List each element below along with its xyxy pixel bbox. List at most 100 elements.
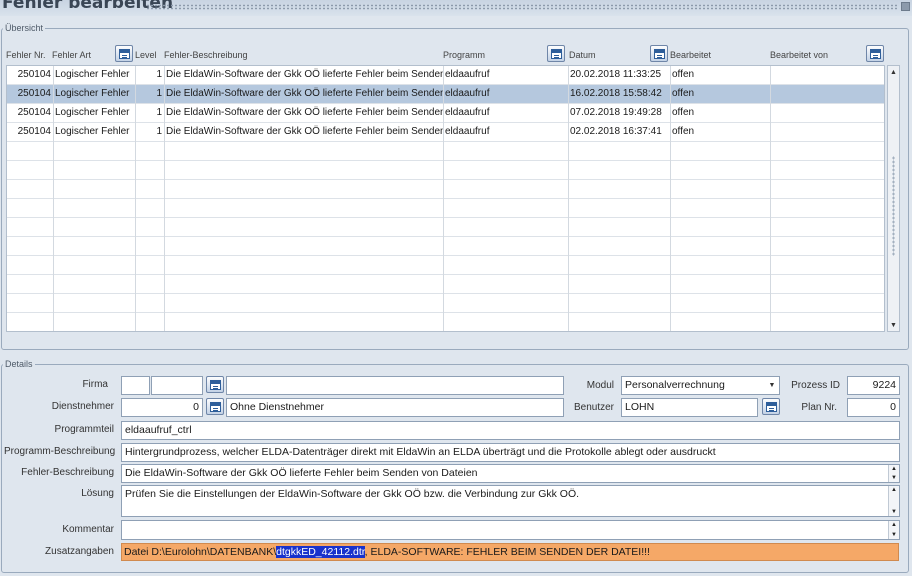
prozess-id-field[interactable]: 9224: [847, 376, 900, 395]
cell-art: Logischer Fehler: [55, 69, 130, 80]
fehler-beschreibung-textarea[interactable]: Die EldaWin-Software der Gkk OÖ lieferte…: [121, 464, 900, 483]
cell-datum: 20.02.2018 11:33:25: [570, 69, 662, 80]
column-divider: [164, 66, 165, 331]
cell-bearbeitet-von: [770, 66, 884, 84]
col-header-programm[interactable]: Programm: [443, 50, 485, 60]
table-row-empty[interactable]: [7, 161, 884, 180]
table-row-empty[interactable]: [7, 294, 884, 313]
scroll-up-icon[interactable]: ▲: [889, 521, 899, 529]
cell-datum: 02.02.2018 16:37:41: [570, 126, 662, 137]
cell-art: Logischer Fehler: [55, 107, 130, 118]
scrollbar-grip[interactable]: [892, 156, 895, 256]
col-header-beschreibung[interactable]: Fehler-Beschreibung: [164, 50, 248, 60]
cell-bearbeitet: offen: [672, 88, 695, 99]
cell-level: 1: [156, 69, 162, 80]
cell-beschreibung: Die EldaWin-Software der Gkk OÖ lieferte…: [166, 69, 443, 80]
table-row[interactable]: 250104 Logischer Fehler 1 Die EldaWin-So…: [7, 104, 884, 123]
cell-nr: 250104: [17, 107, 51, 118]
col-header-fehler-nr[interactable]: Fehler Nr.: [6, 50, 46, 60]
scroll-down-icon[interactable]: ▼: [889, 474, 899, 482]
col-header-level[interactable]: Level: [135, 50, 157, 60]
scroll-up-icon[interactable]: ▲: [889, 486, 899, 494]
table-row-selected[interactable]: 250104 Logischer Fehler 1 Die EldaWin-So…: [7, 85, 884, 104]
col-header-bearbeitet-von[interactable]: Bearbeitet von: [770, 50, 828, 60]
col-filter-button-datum[interactable]: [650, 45, 668, 62]
programmteil-field[interactable]: eldaaufruf_ctrl: [121, 421, 900, 440]
label-loesung: Lösung: [81, 488, 114, 499]
col-header-fehler-art[interactable]: Fehler Art: [52, 50, 91, 60]
zusatz-selected-filename: dtgkkED_42112.dtr: [276, 546, 365, 558]
table-row-empty[interactable]: [7, 218, 884, 237]
col-filter-button-programm[interactable]: [547, 45, 565, 62]
label-kommentar: Kommentar: [62, 524, 114, 535]
loesung-textarea[interactable]: Prüfen Sie die Einstellungen der EldaWin…: [121, 485, 900, 517]
modul-select[interactable]: Personalverrechnung ▼: [621, 376, 780, 395]
fehler-beschreibung-scrollbar[interactable]: ▲ ▼: [888, 465, 899, 482]
scroll-down-icon[interactable]: ▼: [888, 319, 899, 331]
firma-lookup-button[interactable]: [206, 376, 224, 393]
calendar-icon: [118, 48, 130, 59]
zusatz-prefix: Datei D:\Eurolohn\DATENBANK\: [124, 546, 277, 558]
column-divider: [135, 66, 136, 331]
column-divider: [568, 66, 569, 331]
cell-datum: 07.02.2018 19:49:28: [570, 107, 662, 118]
label-modul: Modul: [586, 380, 614, 391]
error-table: 250104 Logischer Fehler 1 Die EldaWin-So…: [6, 65, 885, 332]
programm-beschreibung-field[interactable]: Hintergrundprozess, welcher ELDA-Datentr…: [121, 443, 900, 462]
scroll-up-icon[interactable]: ▲: [888, 66, 899, 78]
label-programmteil: Programmteil: [54, 424, 114, 435]
column-divider: [443, 66, 444, 331]
calendar-icon: [653, 48, 665, 59]
cell-programm: eldaaufruf: [445, 88, 490, 99]
col-filter-button-art[interactable]: [115, 45, 133, 62]
details-legend: Details: [5, 359, 33, 369]
table-row[interactable]: 250104 Logischer Fehler 1 Die EldaWin-So…: [7, 66, 884, 85]
cell-nr: 250104: [17, 126, 51, 137]
window-corner-button[interactable]: [901, 2, 910, 11]
dienstnehmer-name-field[interactable]: Ohne Dienstnehmer: [226, 398, 564, 417]
table-row-empty[interactable]: [7, 275, 884, 294]
label-prozess-id: Prozess ID: [791, 380, 840, 391]
zusatzangaben-field[interactable]: Datei D:\Eurolohn\DATENBANK\dtgkkED_4211…: [121, 543, 899, 561]
kommentar-scrollbar[interactable]: ▲ ▼: [888, 521, 899, 539]
cell-beschreibung: Die EldaWin-Software der Gkk OÖ lieferte…: [166, 126, 443, 137]
cell-beschreibung: Die EldaWin-Software der Gkk OÖ lieferte…: [166, 88, 443, 99]
cell-datum: 16.02.2018 15:58:42: [570, 88, 662, 99]
table-row-empty[interactable]: [7, 180, 884, 199]
cell-art: Logischer Fehler: [55, 88, 130, 99]
col-header-datum[interactable]: Datum: [569, 50, 596, 60]
cell-programm: eldaaufruf: [445, 126, 490, 137]
col-header-bearbeitet[interactable]: Bearbeitet: [670, 50, 711, 60]
cell-nr: 250104: [17, 88, 51, 99]
benutzer-field[interactable]: LOHN: [621, 398, 758, 417]
firma-field-2[interactable]: [151, 376, 203, 395]
dienstnehmer-nr-field[interactable]: 0: [121, 398, 203, 417]
scroll-down-icon[interactable]: ▼: [889, 508, 899, 516]
table-row-empty[interactable]: [7, 142, 884, 161]
firma-field-1[interactable]: [121, 376, 150, 395]
window-titlebar: Fehler bearbeiten: [0, 0, 912, 16]
cell-bearbeitet: offen: [672, 126, 695, 137]
table-row-empty[interactable]: [7, 199, 884, 218]
table-row-empty[interactable]: [7, 237, 884, 256]
cell-nr: 250104: [17, 69, 51, 80]
cell-art: Logischer Fehler: [55, 126, 130, 137]
scroll-up-icon[interactable]: ▲: [889, 465, 899, 473]
loesung-scrollbar[interactable]: ▲ ▼: [888, 486, 899, 516]
col-filter-button-bearbeitet-von[interactable]: [866, 45, 884, 62]
firma-name-field[interactable]: [226, 376, 564, 395]
scroll-down-icon[interactable]: ▼: [889, 531, 899, 539]
zusatz-suffix: , ELDA-SOFTWARE: FEHLER BEIM SENDEN DER …: [364, 546, 650, 558]
label-zusatzangaben: Zusatzangaben: [45, 546, 114, 557]
label-benutzer: Benutzer: [573, 402, 614, 413]
kommentar-textarea[interactable]: ▲ ▼: [121, 520, 900, 540]
table-row-empty[interactable]: [7, 256, 884, 275]
cell-level: 1: [156, 126, 162, 137]
dienstnehmer-lookup-button[interactable]: [206, 398, 224, 415]
column-divider: [53, 66, 54, 331]
table-scrollbar[interactable]: ▲ ▼: [887, 65, 900, 332]
plan-nr-field[interactable]: 0: [847, 398, 900, 417]
table-row[interactable]: 250104 Logischer Fehler 1 Die EldaWin-So…: [7, 123, 884, 142]
table-row-empty[interactable]: [7, 313, 884, 331]
label-firma: Firma: [82, 379, 108, 390]
